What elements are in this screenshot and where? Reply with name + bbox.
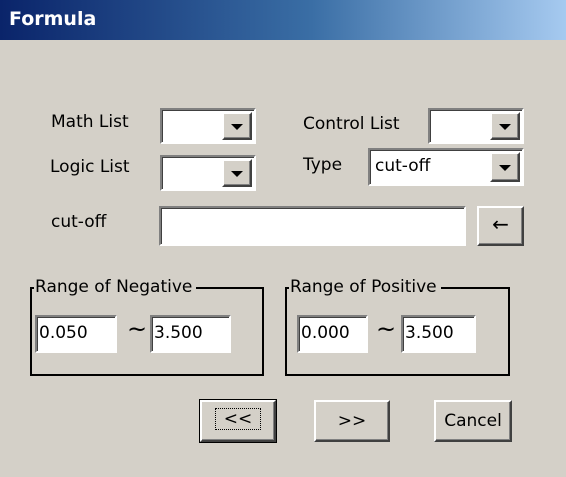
math-list-combo[interactable] xyxy=(160,108,256,144)
logic-list-dropdown-button[interactable] xyxy=(222,159,252,187)
math-list-dropdown-button[interactable] xyxy=(222,112,252,140)
range-negative-min-input[interactable]: 0.050 xyxy=(35,315,117,353)
window-title: Formula xyxy=(9,8,97,30)
control-list-dropdown-button[interactable] xyxy=(490,112,520,140)
type-dropdown-button[interactable] xyxy=(490,152,520,182)
control-list-label: Control List xyxy=(303,114,400,134)
type-combo[interactable]: cut-off xyxy=(368,148,524,186)
cutoff-input[interactable] xyxy=(159,206,466,246)
prev-button-label: << xyxy=(214,408,262,430)
cutoff-label: cut-off xyxy=(51,212,107,232)
prev-button[interactable]: << xyxy=(199,399,277,443)
arrow-left-icon: ← xyxy=(492,212,509,236)
cancel-button-label: Cancel xyxy=(444,411,502,431)
range-positive-group: Range of Positive 0.000 ~ 3.500 xyxy=(285,277,510,376)
range-negative-title: Range of Negative xyxy=(34,277,197,297)
type-label: Type xyxy=(303,155,343,175)
range-positive-max-value: 3.500 xyxy=(405,323,454,343)
range-positive-min-input[interactable]: 0.000 xyxy=(297,315,368,353)
range-negative-max-input[interactable]: 3.500 xyxy=(150,315,231,353)
range-positive-title: Range of Positive xyxy=(289,277,441,297)
logic-list-label: Logic List xyxy=(50,157,130,177)
title-bar[interactable]: Formula xyxy=(0,0,566,40)
next-button[interactable]: >> xyxy=(314,400,390,442)
control-list-combo[interactable] xyxy=(428,108,524,144)
range-negative-separator: ~ xyxy=(127,315,148,343)
range-negative-max-value: 3.500 xyxy=(154,323,203,343)
dialog-body: Math List Control List Logic List Type c… xyxy=(0,40,566,477)
cancel-button[interactable]: Cancel xyxy=(434,400,512,442)
insert-button[interactable]: ← xyxy=(477,206,524,246)
next-button-label: >> xyxy=(337,411,367,431)
range-positive-separator: ~ xyxy=(376,315,397,343)
math-list-label: Math List xyxy=(51,112,129,132)
logic-list-combo[interactable] xyxy=(160,155,256,191)
range-negative-min-value: 0.050 xyxy=(39,323,88,343)
range-positive-min-value: 0.000 xyxy=(301,323,350,343)
type-value: cut-off xyxy=(375,156,431,176)
range-negative-group: Range of Negative 0.050 ~ 3.500 xyxy=(30,277,264,376)
range-positive-max-input[interactable]: 3.500 xyxy=(401,315,476,353)
